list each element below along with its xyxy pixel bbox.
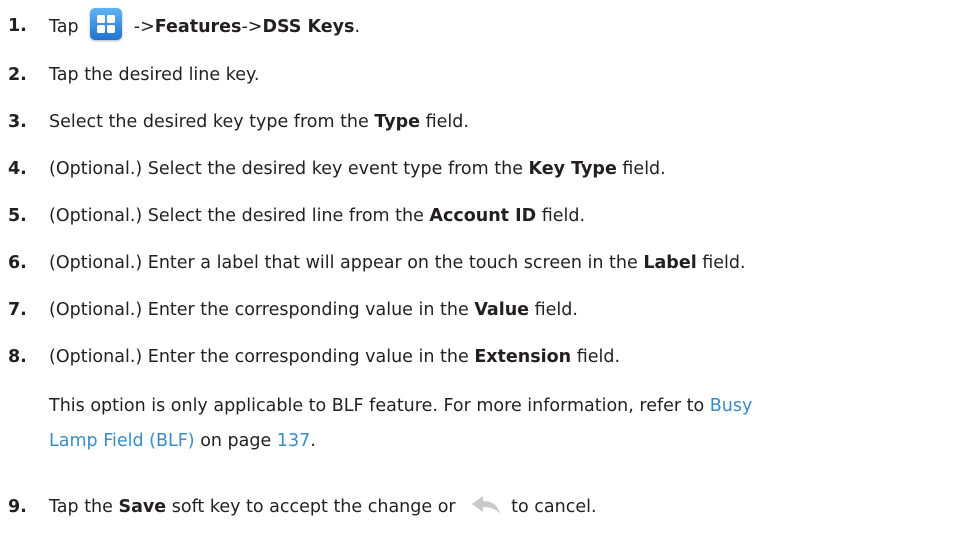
step-number: 7. (8, 300, 27, 320)
dss-keys-label: DSS Keys (262, 17, 355, 37)
page-reference-link[interactable]: 137 (277, 431, 310, 451)
features-menu-label: Features (154, 17, 242, 37)
field-name: Label (643, 253, 697, 273)
step-number: 1. (8, 16, 27, 36)
field-name: Type (374, 112, 421, 132)
step-number: 3. (8, 112, 27, 132)
busy-lamp-field-link-cont[interactable]: Lamp Field (BLF) (49, 431, 195, 451)
field-name: Key Type (528, 159, 617, 179)
step-number: 2. (8, 65, 27, 85)
step-number: 8. (8, 347, 27, 367)
arrow-text: -> (133, 17, 155, 37)
step-number: 9. (8, 497, 27, 517)
step-text: Tap the desired line key. (49, 65, 260, 85)
field-name: Extension (474, 347, 572, 367)
field-name: Account ID (429, 206, 537, 226)
step-number: 6. (8, 253, 27, 273)
blf-note-line-2: Lamp Field (BLF) on page 137. (49, 431, 316, 451)
save-softkey-label: Save (118, 497, 167, 517)
step-number: 4. (8, 159, 27, 179)
back-arrow-icon (472, 496, 501, 514)
blf-note-line-1: This option is only applicable to BLF fe… (49, 396, 753, 416)
step-number: 5. (8, 206, 27, 226)
busy-lamp-field-link[interactable]: Busy (710, 396, 753, 416)
step-text: Tap (49, 17, 79, 37)
arrow-text: -> (241, 17, 263, 37)
instruction-steps: 1. Tap ->Features->DSS Keys. 2. Tap the … (0, 0, 968, 535)
menu-grid-icon (90, 8, 123, 40)
field-name: Value (474, 300, 530, 320)
